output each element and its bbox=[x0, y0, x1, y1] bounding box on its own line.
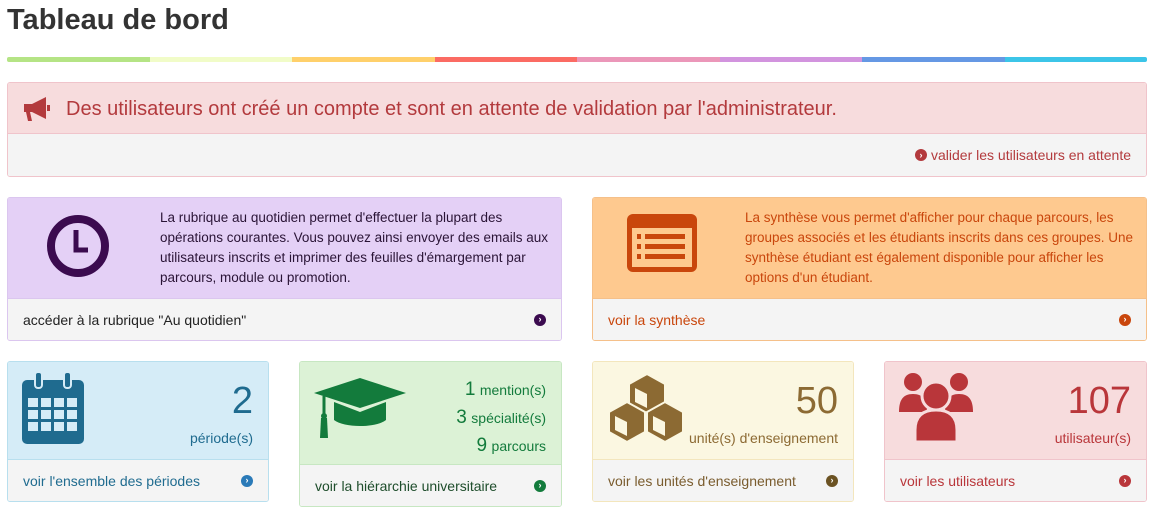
utilisateurs-label: utilisateur(s) bbox=[1054, 430, 1131, 446]
unites-link-label: voir les unités d'enseignement bbox=[608, 472, 796, 489]
arrow-circle-icon: › bbox=[534, 479, 546, 492]
quotidien-description: La rubrique au quotidien permet d'effect… bbox=[160, 210, 548, 285]
synthese-panel: La synthèse vous permet d'afficher pour … bbox=[592, 197, 1147, 341]
unites-label: unité(s) d'enseignement bbox=[689, 430, 838, 446]
quotidien-link-label: accéder à la rubrique "Au quotidien" bbox=[23, 311, 247, 328]
utilisateurs-card: 107 utilisateur(s) voir les utilisateurs… bbox=[884, 361, 1147, 502]
clock-icon bbox=[47, 215, 109, 277]
hierarchie-link[interactable]: voir la hiérarchie universitaire › bbox=[300, 464, 561, 506]
periodes-label: période(s) bbox=[189, 430, 253, 446]
synthese-link[interactable]: voir la synthèse › bbox=[593, 298, 1146, 340]
unites-count: 50 bbox=[795, 380, 838, 422]
alert-message: Des utilisateurs ont créé un compte et s… bbox=[66, 97, 837, 120]
periodes-card: 2 période(s) voir l'ensemble des période… bbox=[7, 361, 269, 502]
parcours-stat: 9 parcours bbox=[476, 435, 547, 456]
periodes-count: 2 bbox=[231, 380, 253, 422]
mention-stat: 1 mention(s) bbox=[464, 379, 546, 400]
utilisateurs-count: 107 bbox=[1067, 380, 1131, 422]
periodes-link-label: voir l'ensemble des périodes bbox=[23, 472, 200, 489]
hierarchie-link-label: voir la hiérarchie universitaire bbox=[315, 477, 498, 494]
graduation-cap-icon bbox=[314, 378, 406, 438]
arrow-circle-icon: › bbox=[1119, 313, 1131, 326]
users-icon bbox=[899, 373, 973, 442]
unites-card: 50 unité(s) d'enseignement voir les unit… bbox=[592, 361, 854, 502]
specialite-stat: 3 spécialité(s) bbox=[456, 407, 546, 428]
arrow-circle-icon: › bbox=[915, 149, 927, 161]
arrow-circle-icon: › bbox=[1119, 474, 1131, 487]
page-title: Tableau de bord bbox=[7, 4, 229, 36]
utilisateurs-link-label: voir les utilisateurs bbox=[900, 472, 1016, 489]
utilisateurs-link[interactable]: voir les utilisateurs › bbox=[885, 459, 1146, 501]
synthese-link-label: voir la synthèse bbox=[608, 311, 706, 328]
list-icon bbox=[627, 214, 697, 272]
hierarchie-card: 1 mention(s) 3 spécialité(s) 9 parcours … bbox=[299, 361, 562, 507]
calendar-icon bbox=[22, 372, 84, 444]
cubes-icon bbox=[608, 372, 684, 444]
color-bar bbox=[7, 57, 1147, 62]
arrow-circle-icon: › bbox=[534, 313, 546, 326]
synthese-description: La synthèse vous permet d'afficher pour … bbox=[745, 210, 1133, 285]
arrow-circle-icon: › bbox=[826, 474, 838, 487]
periodes-link[interactable]: voir l'ensemble des périodes › bbox=[8, 459, 268, 501]
quotidien-panel: La rubrique au quotidien permet d'effect… bbox=[7, 197, 562, 341]
pending-users-alert: Des utilisateurs ont créé un compte et s… bbox=[7, 82, 1147, 177]
arrow-circle-icon: › bbox=[241, 474, 253, 487]
validate-users-label: valider les utilisateurs en attente bbox=[931, 147, 1131, 163]
bullhorn-icon bbox=[24, 97, 50, 121]
validate-users-link[interactable]: › valider les utilisateurs en attente bbox=[8, 133, 1146, 176]
quotidien-link[interactable]: accéder à la rubrique "Au quotidien" › bbox=[8, 298, 561, 340]
unites-link[interactable]: voir les unités d'enseignement › bbox=[593, 459, 853, 501]
